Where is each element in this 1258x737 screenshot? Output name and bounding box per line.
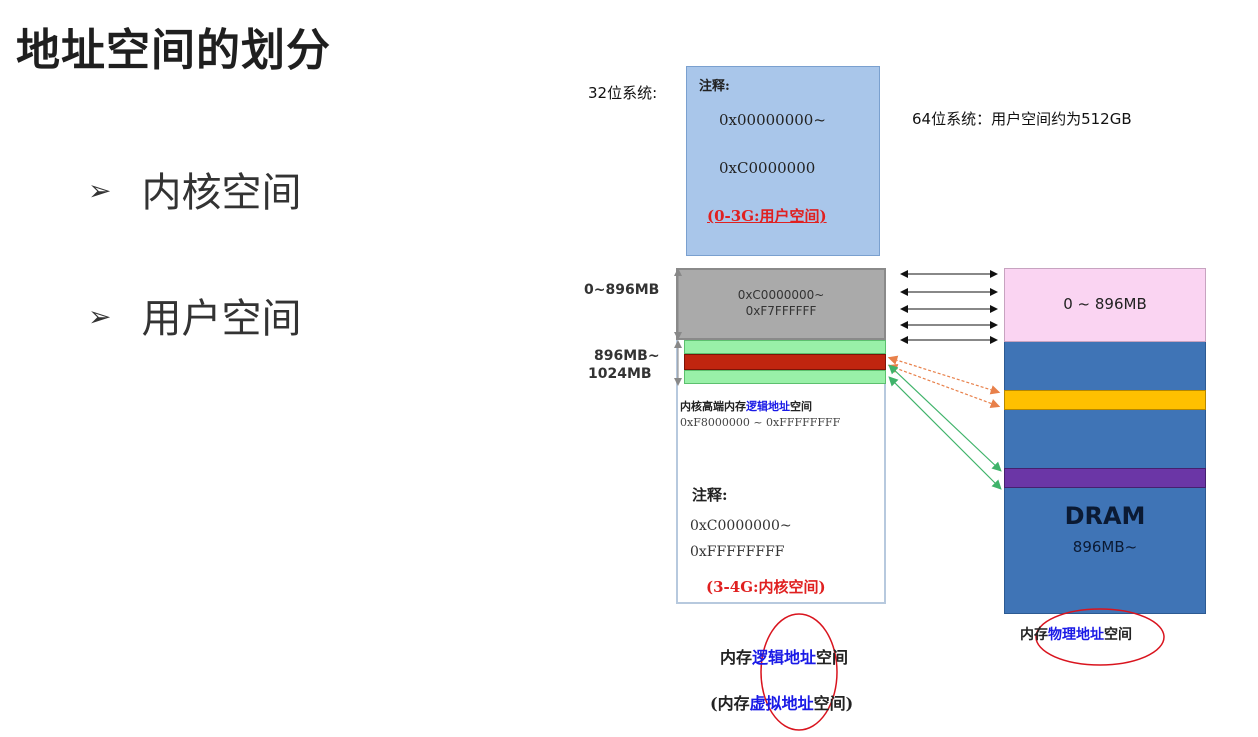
caption-highlight: 虚拟地址: [749, 694, 814, 713]
caption-post: 空间: [1104, 627, 1132, 643]
caption-pre: 内存: [720, 648, 753, 667]
caption-pre: 内存: [1020, 627, 1048, 643]
caption-physical-addr: 内存物理地址空间: [1020, 624, 1132, 644]
caption-logical-addr: 内存逻辑地址空间: [720, 644, 848, 668]
caption-virtual-addr: (内存虚拟地址空间): [710, 690, 853, 714]
caption-post: 空间): [813, 694, 854, 713]
caption-pre: (内存: [710, 694, 750, 713]
caption-highlight: 物理地址: [1048, 627, 1104, 643]
caption-post: 空间: [816, 648, 849, 667]
caption-highlight: 逻辑地址: [752, 648, 817, 667]
